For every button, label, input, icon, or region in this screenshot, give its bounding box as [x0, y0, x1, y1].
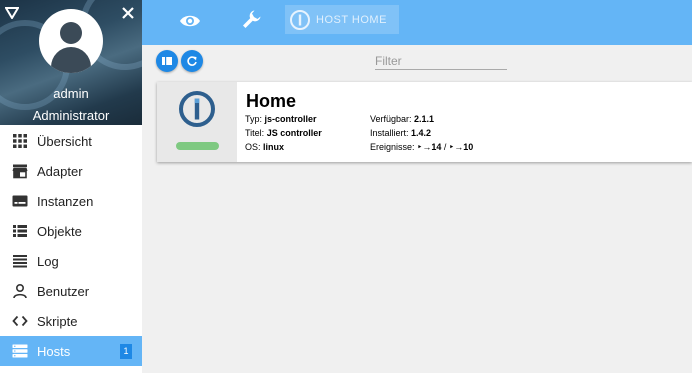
installed-version-label: Installiert:	[370, 128, 409, 138]
sidebar-item-label: Benutzer	[37, 283, 90, 299]
eye-icon[interactable]	[179, 10, 201, 32]
events-out-icon: ‣→	[448, 142, 464, 152]
refresh-button[interactable]	[181, 50, 203, 72]
host-os-label: OS:	[245, 142, 261, 152]
sidebar-item-overview[interactable]: Übersicht	[0, 126, 142, 156]
events-out-value: 10	[463, 142, 474, 152]
tab-host-home[interactable]: HOST HOME	[285, 5, 399, 34]
store-icon	[11, 162, 29, 180]
sidebar-item-label: Adapter	[37, 163, 83, 179]
host-os-row: OS: linux	[245, 142, 284, 152]
host-status-indicator	[176, 142, 219, 150]
installed-version-value: 1.4.2	[411, 128, 432, 138]
card-view-icon	[162, 57, 172, 65]
code-icon	[11, 312, 29, 330]
host-os-value: linux	[263, 142, 285, 152]
sidebar-item-label: Objekte	[37, 223, 82, 239]
hosts-count-badge: 1	[120, 344, 132, 359]
host-card: Home Typ: js-controller Titel: JS contro…	[157, 82, 692, 162]
sidebar-item-adapter[interactable]: Adapter	[0, 156, 142, 186]
host-title-value: JS controller	[266, 128, 322, 138]
host-installed-row: Installiert: 1.4.2	[370, 128, 431, 138]
top-bar: HOST HOME	[142, 0, 692, 45]
iobroker-logo-icon	[290, 9, 310, 30]
profile-header: admin Administrator	[0, 0, 142, 125]
available-version-value: 2.1.1	[414, 114, 435, 124]
tab-label: HOST HOME	[316, 13, 387, 26]
events-in-icon: ‣→	[417, 142, 432, 152]
events-separator: /	[443, 142, 447, 152]
sidebar-item-label: Hosts	[37, 343, 71, 359]
available-version-label: Verfügbar:	[370, 114, 412, 124]
user-icon	[11, 282, 29, 300]
sidebar-menu: Übersicht Adapter Instanzen Objekte Log …	[0, 126, 142, 366]
sidebar-item-label: Log	[37, 253, 59, 269]
wrench-icon[interactable]	[241, 8, 263, 30]
refresh-icon	[187, 56, 197, 66]
sidebar: admin Administrator Übersicht Adapter In…	[0, 0, 142, 373]
sidebar-item-instances[interactable]: Instanzen	[0, 186, 142, 216]
events-in-value: 14	[431, 142, 442, 152]
host-type-label: Typ:	[245, 114, 263, 124]
instances-icon	[11, 192, 29, 210]
filter-input[interactable]	[375, 52, 507, 70]
list-icon	[11, 222, 29, 240]
host-title-row: Titel: JS controller	[245, 128, 322, 138]
host-type-value: js-controller	[264, 114, 317, 124]
sidebar-item-hosts[interactable]: Hosts 1	[0, 336, 142, 366]
host-events-row: Ereignisse: ‣→14 / ‣→10	[370, 142, 473, 153]
log-icon	[11, 252, 29, 270]
host-card-logo-area	[157, 82, 237, 162]
hosts-icon	[11, 342, 29, 360]
grid-icon	[11, 132, 29, 150]
close-icon[interactable]	[121, 6, 135, 20]
host-title-label: Titel:	[245, 128, 265, 138]
user-name: admin	[53, 86, 89, 101]
sidebar-item-label: Übersicht	[37, 133, 92, 149]
sidebar-item-log[interactable]: Log	[0, 246, 142, 276]
sidebar-item-scripts[interactable]: Skripte	[0, 306, 142, 336]
sidebar-item-label: Instanzen	[37, 193, 94, 209]
sidebar-item-users[interactable]: Benutzer	[0, 276, 142, 306]
host-type-row: Typ: js-controller	[245, 114, 317, 124]
avatar	[39, 9, 103, 73]
collapse-triangle-icon[interactable]	[5, 7, 19, 19]
iobroker-logo-icon	[179, 91, 215, 127]
user-role: Administrator	[32, 108, 110, 123]
events-label: Ereignisse:	[370, 142, 415, 152]
host-available-row: Verfügbar: 2.1.1	[370, 114, 434, 124]
sidebar-item-objects[interactable]: Objekte	[0, 216, 142, 246]
sidebar-item-label: Skripte	[37, 313, 78, 329]
host-name: Home	[246, 91, 297, 111]
view-mode-button[interactable]	[156, 50, 178, 72]
